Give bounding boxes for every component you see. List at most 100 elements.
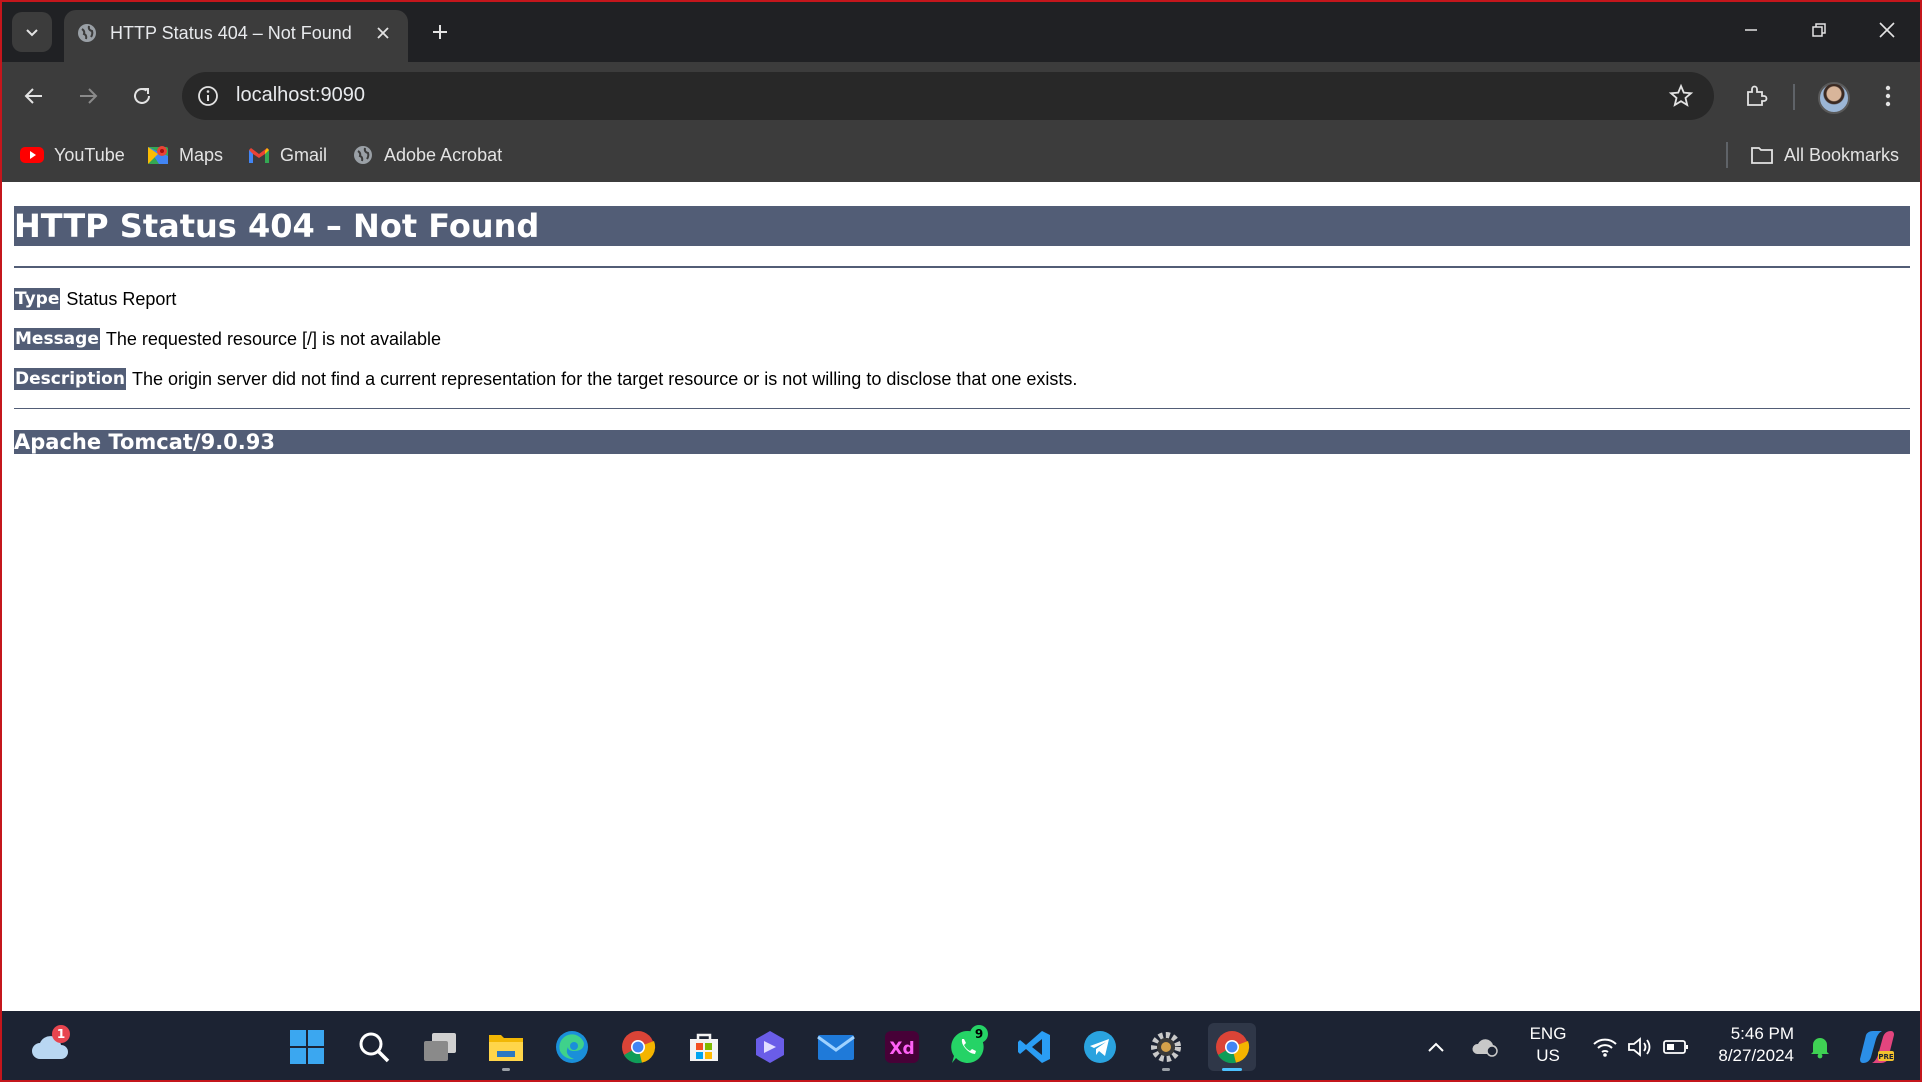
minimize-button[interactable] [1726,8,1776,52]
active-tab[interactable]: HTTP Status 404 – Not Found [64,10,408,62]
all-bookmarks-label: All Bookmarks [1784,144,1900,165]
reload-button[interactable] [122,76,162,116]
row-value: The origin server did not find a current… [131,368,1078,389]
restore-button[interactable] [1794,8,1844,52]
globe-icon [352,144,374,166]
extensions-button[interactable] [1736,76,1776,116]
weather-widget[interactable]: 1 [26,1023,74,1071]
page-content: HTTP Status 404 – Not Found Type Status … [2,182,1920,1011]
volume-button[interactable] [1622,1023,1658,1071]
telegram-icon [1084,1031,1116,1063]
bookmark-star-icon[interactable] [1668,83,1694,113]
server-footer: Apache Tomcat/9.0.93 [14,430,1910,454]
bookmark-label: Adobe Acrobat [384,144,503,165]
chrome-icon [622,1031,656,1064]
svg-text:Xd: Xd [889,1039,914,1059]
whatsapp-button[interactable]: 9 [944,1023,992,1071]
more-vertical-icon [1885,85,1891,107]
copilot-icon [756,1031,784,1063]
date-text: 8/27/2024 [1718,1046,1794,1065]
new-tab-button[interactable] [424,16,456,48]
tab-title: HTTP Status 404 – Not Found [110,23,352,43]
toolbar-separator [1793,84,1795,110]
divider [14,408,1910,409]
row-label: Type [14,288,61,310]
message-row: Message The requested resource [/] is no… [14,328,441,350]
forward-button[interactable] [68,76,108,116]
vscode-icon [1018,1031,1050,1063]
close-window-button[interactable] [1862,8,1912,52]
chrome-button[interactable] [614,1023,662,1071]
task-view-button[interactable] [416,1023,464,1071]
bookmark-label: Maps [179,144,224,165]
bookmark-adobe-acrobat[interactable]: Adobe Acrobat [352,140,502,170]
battery-button[interactable] [1658,1023,1694,1071]
globe-icon [76,22,98,48]
tab-search-button[interactable] [12,12,52,52]
running-indicator [502,1068,510,1071]
copilot-app-button[interactable] [746,1023,794,1071]
menu-button[interactable] [1868,76,1908,116]
chrome-active-button[interactable] [1208,1023,1256,1071]
start-button[interactable] [283,1023,331,1071]
settings-app-button[interactable] [1142,1023,1190,1071]
gear-icon [1151,1032,1181,1062]
search-button[interactable] [350,1023,398,1071]
reload-icon [134,87,150,104]
bookmark-youtube[interactable]: YouTube [20,140,125,170]
youtube-icon [20,146,44,164]
bookmark-maps[interactable]: Maps [147,140,223,170]
adobe-xd-icon: Xd [885,1031,919,1063]
mail-button[interactable] [812,1023,860,1071]
file-explorer-button[interactable] [482,1023,530,1071]
onedrive-icon [1472,1039,1498,1057]
bookmarks-separator [1726,142,1728,168]
wifi-icon [1593,1038,1617,1057]
arrow-right-icon [80,88,98,104]
copilot-icon: PRE [1860,1031,1894,1063]
row-value: Status Report [66,288,177,309]
profile-avatar[interactable] [1818,82,1850,114]
wifi-button[interactable] [1586,1023,1624,1071]
taskbar: 1 Xd 9 ENG US 5:46 PM 8/27/2024 PRE [0,1011,1922,1082]
task-view-icon [424,1033,456,1061]
microsoft-store-button[interactable] [680,1023,728,1071]
running-indicator [1162,1068,1170,1071]
edge-button[interactable] [548,1023,596,1071]
address-bar[interactable]: localhost:9090 [182,72,1714,120]
all-bookmarks-button[interactable]: All Bookmarks [1750,140,1899,170]
tab-strip: HTTP Status 404 – Not Found [0,0,1922,62]
telegram-button[interactable] [1076,1023,1124,1071]
notifications-button[interactable] [1800,1023,1840,1071]
mail-icon [817,1035,855,1060]
divider [14,266,1910,268]
arrow-left-icon [24,88,42,104]
chevron-up-icon [1428,1042,1444,1052]
svg-text:PRE: PRE [1878,1053,1894,1061]
copilot-button[interactable]: PRE [1852,1023,1902,1071]
clock[interactable]: 5:46 PM 8/27/2024 [1704,1023,1794,1067]
speaker-icon [1628,1037,1651,1057]
row-label: Message [14,328,100,350]
notification-badge: 9 [970,1025,988,1043]
notification-badge: 1 [52,1025,70,1043]
language-indicator[interactable]: ENG US [1516,1023,1580,1067]
bookmark-gmail[interactable]: Gmail [248,140,327,170]
folder-icon [489,1035,523,1061]
battery-icon [1663,1040,1688,1054]
url-text: localhost:9090 [236,84,365,106]
puzzle-icon [1747,85,1768,106]
show-hidden-icons-button[interactable] [1418,1023,1454,1071]
adobe-xd-button[interactable]: Xd [878,1023,926,1071]
vscode-button[interactable] [1010,1023,1058,1071]
onedrive-button[interactable] [1466,1023,1506,1071]
back-button[interactable] [14,76,54,116]
search-icon [359,1032,390,1063]
info-icon[interactable] [196,84,220,112]
row-value: The requested resource [/] is not availa… [105,328,442,349]
row-label: Description [14,368,126,390]
bell-icon [1811,1038,1829,1059]
description-row: Description The origin server did not fi… [14,368,1077,390]
region-text: US [1536,1046,1560,1065]
close-tab-button[interactable] [370,20,396,46]
